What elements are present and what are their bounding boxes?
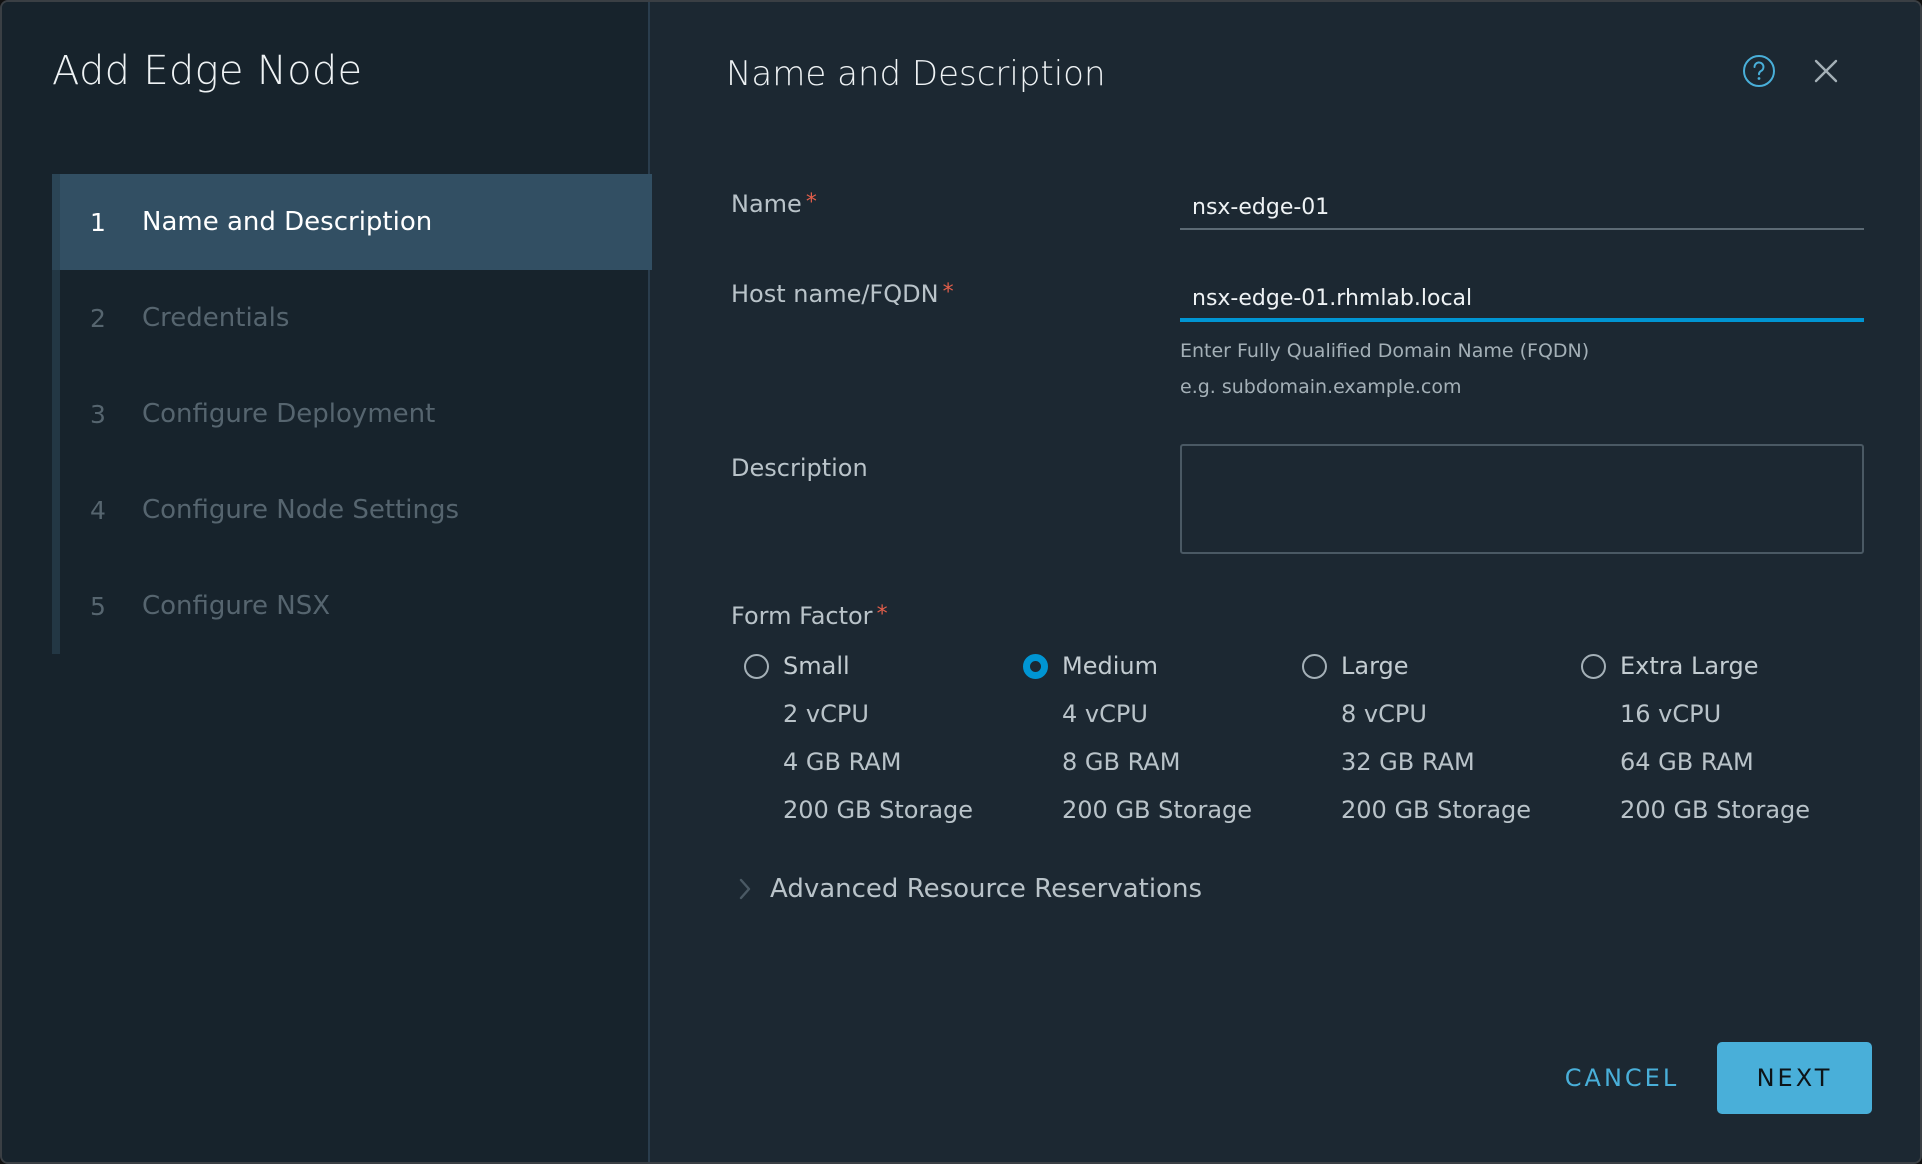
step-number: 2 — [90, 303, 106, 333]
option-ram: 64 GB RAM — [1620, 748, 1754, 776]
step-label: Configure Node Settings — [142, 495, 460, 525]
hostname-label: Host name/FQDN * — [731, 280, 954, 308]
name-input[interactable] — [1180, 186, 1864, 230]
step-label: Configure NSX — [142, 591, 331, 621]
hostname-help-text: Enter Fully Qualified Domain Name (FQDN) — [1180, 340, 1590, 362]
radio-unchecked-icon — [744, 653, 769, 679]
option-storage: 200 GB Storage — [1620, 796, 1811, 824]
step-label: Name and Description — [142, 207, 433, 237]
hostname-input[interactable] — [1180, 278, 1864, 322]
step-label: Configure Deployment — [142, 399, 436, 429]
step-label: Credentials — [142, 303, 290, 333]
wizard-sidebar: Add Edge Node 1 Name and Description 2 C… — [2, 2, 658, 1162]
option-cpu: 4 vCPU — [1062, 700, 1148, 728]
wizard-title: Add Edge Node — [52, 48, 363, 94]
option-name: Extra Large — [1620, 652, 1759, 680]
help-circle-icon — [1743, 55, 1775, 87]
form-factor-radio-large[interactable]: Large — [1302, 650, 1572, 682]
form-factor-radio-medium[interactable]: Medium — [1023, 650, 1293, 682]
step-number: 1 — [90, 207, 106, 237]
step-content: Name and Description Name* Host name/FQD… — [652, 2, 1920, 1162]
add-edge-node-dialog: Add Edge Node 1 Name and Description 2 C… — [0, 0, 1922, 1164]
option-name: Large — [1341, 652, 1409, 680]
option-storage: 200 GB Storage — [1341, 796, 1532, 824]
option-name: Medium — [1062, 652, 1158, 680]
option-cpu: 2 vCPU — [783, 700, 869, 728]
option-ram: 4 GB RAM — [783, 748, 902, 776]
hostname-example-text: e.g. subdomain.example.com — [1180, 376, 1462, 398]
hostname-label-text: Host name/FQDN — [731, 280, 939, 308]
step-number: 4 — [90, 495, 106, 525]
required-marker: * — [805, 190, 817, 215]
option-ram: 32 GB RAM — [1341, 748, 1475, 776]
wizard-stepper: 1 Name and Description 2 Credentials 3 C… — [52, 174, 658, 654]
form-factor-label-text: Form Factor — [731, 602, 873, 630]
option-ram: 8 GB RAM — [1062, 748, 1181, 776]
step-number: 5 — [90, 591, 106, 621]
step-credentials[interactable]: 2 Credentials — [52, 270, 658, 366]
step-name-and-description[interactable]: 1 Name and Description — [52, 174, 658, 270]
form-factor-option-extra-large: Extra Large 16 vCPU 64 GB RAM 200 GB Sto… — [1581, 650, 1851, 834]
option-name: Small — [783, 652, 850, 680]
close-icon — [1814, 59, 1838, 83]
step-configure-deployment[interactable]: 3 Configure Deployment — [52, 366, 658, 462]
description-label: Description — [731, 454, 868, 482]
required-marker: * — [942, 280, 954, 305]
cancel-button[interactable]: CANCEL — [1532, 1042, 1712, 1114]
option-storage: 200 GB Storage — [783, 796, 974, 824]
form-factor-radio-extra-large[interactable]: Extra Large — [1581, 650, 1851, 682]
next-button[interactable]: NEXT — [1717, 1042, 1872, 1114]
form-factor-radio-small[interactable]: Small — [744, 650, 1014, 682]
close-button[interactable] — [1807, 52, 1845, 90]
name-label: Name * — [731, 190, 817, 218]
option-storage: 200 GB Storage — [1062, 796, 1253, 824]
chevron-right-icon — [739, 878, 751, 900]
step-number: 3 — [90, 399, 106, 429]
option-cpu: 8 vCPU — [1341, 700, 1427, 728]
advanced-resource-reservations-toggle[interactable]: Advanced Resource Reservations — [738, 874, 1202, 904]
step-configure-node-settings[interactable]: 4 Configure Node Settings — [52, 462, 658, 558]
form-factor-option-small: Small 2 vCPU 4 GB RAM 200 GB Storage — [744, 650, 1014, 834]
step-title: Name and Description — [726, 54, 1106, 94]
advanced-label: Advanced Resource Reservations — [770, 874, 1202, 904]
help-button[interactable] — [1740, 52, 1778, 90]
radio-unchecked-icon — [1581, 653, 1606, 679]
radio-checked-icon — [1023, 653, 1048, 679]
description-textarea[interactable] — [1180, 444, 1864, 554]
form-factor-option-medium: Medium 4 vCPU 8 GB RAM 200 GB Storage — [1023, 650, 1293, 834]
form-factor-label: Form Factor * — [731, 602, 888, 630]
radio-unchecked-icon — [1302, 653, 1327, 679]
option-cpu: 16 vCPU — [1620, 700, 1722, 728]
step-configure-nsx[interactable]: 5 Configure NSX — [52, 558, 658, 654]
form-factor-option-large: Large 8 vCPU 32 GB RAM 200 GB Storage — [1302, 650, 1572, 834]
name-label-text: Name — [731, 190, 802, 218]
required-marker: * — [876, 602, 888, 627]
